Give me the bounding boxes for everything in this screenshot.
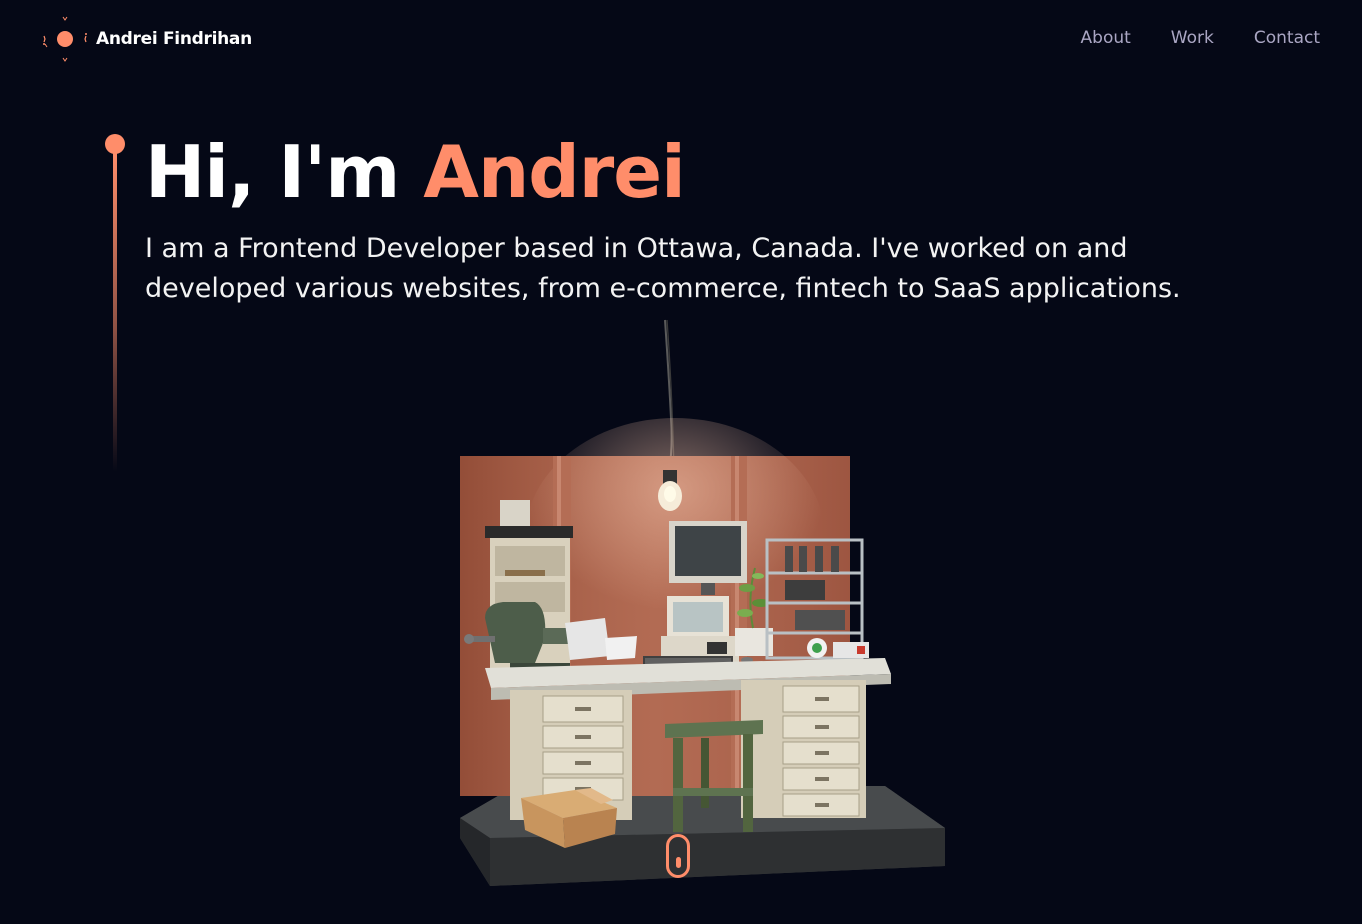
- brand-name: Andrei Findrihan: [96, 29, 252, 49]
- nav-link-contact[interactable]: Contact: [1254, 28, 1320, 48]
- hero-description: I am a Frontend Developer based in Ottaw…: [145, 233, 1181, 304]
- mouse-scroll-icon[interactable]: [666, 834, 690, 878]
- scroll-dot: [676, 857, 681, 868]
- sun-logo-icon: [40, 14, 90, 64]
- navbar: Andrei Findrihan About Work Contact: [0, 0, 1362, 78]
- nav-links: About Work Contact: [1081, 28, 1320, 48]
- workshop-desk-illustration[interactable]: [455, 318, 950, 893]
- brand-link[interactable]: Andrei Findrihan: [40, 14, 252, 64]
- hero-greeting: Hi, I'm: [145, 130, 424, 214]
- nav-link-work[interactable]: Work: [1171, 28, 1214, 48]
- hero-accent-line: [105, 134, 125, 474]
- accent-bar: [113, 152, 117, 472]
- accent-dot: [105, 134, 125, 154]
- nav-link-about[interactable]: About: [1081, 28, 1131, 48]
- hero-title: Hi, I'm Andrei: [145, 126, 686, 218]
- hero-name: Andrei: [423, 130, 686, 214]
- page: Andrei Findrihan About Work Contact Hi, …: [0, 0, 1362, 924]
